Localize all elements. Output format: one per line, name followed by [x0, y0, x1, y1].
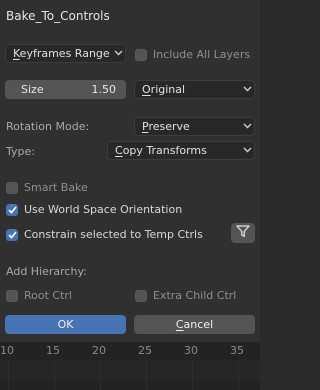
- ok-label: OK: [57, 318, 74, 331]
- checkmark-icon: [6, 203, 18, 216]
- chevron-down-icon: [240, 146, 254, 156]
- smart-bake-checkbox[interactable]: Smart Bake: [6, 181, 88, 194]
- dialog-title: Bake_To_Controls: [6, 9, 110, 23]
- smart-bake-label: Smart Bake: [24, 181, 88, 194]
- extra-child-ctrl-checkbox[interactable]: Extra Child Ctrl: [135, 289, 236, 302]
- cancel-button[interactable]: Cancel: [134, 315, 255, 334]
- frame-number: 25: [138, 344, 152, 357]
- frame-number: 30: [184, 344, 198, 357]
- type-value: Copy Transforms: [115, 144, 207, 157]
- frame-gridline: [100, 360, 101, 390]
- range-mode-value: Keyframes Range: [13, 47, 110, 60]
- bake-to-controls-dialog: Bake_To_Controls Keyframes Range Include…: [0, 0, 260, 342]
- type-dropdown[interactable]: Copy Transforms: [107, 141, 255, 160]
- size-field[interactable]: Size 1.50: [5, 80, 126, 99]
- checkbox-icon: [135, 48, 147, 61]
- constrain-selected-checkbox[interactable]: Constrain selected to Temp Ctrls: [6, 228, 203, 241]
- size-label: Size: [21, 83, 44, 96]
- frame-number: 20: [92, 344, 106, 357]
- use-world-space-checkbox[interactable]: Use World Space Orientation: [6, 203, 182, 216]
- chevron-down-icon: [240, 85, 254, 95]
- checkmark-icon: [6, 228, 18, 241]
- root-ctrl-label: Root Ctrl: [24, 289, 72, 302]
- checkbox-icon: [6, 289, 18, 302]
- size-mode-value: Original: [142, 83, 186, 96]
- timeline-ruler[interactable]: 10 15 20 25 30 35: [0, 342, 260, 390]
- rotation-mode-label: Rotation Mode:: [6, 120, 90, 133]
- size-mode-dropdown[interactable]: Original: [134, 80, 255, 99]
- timeline-track: [0, 360, 260, 380]
- type-label: Type:: [6, 145, 35, 158]
- frame-gridline: [8, 360, 9, 390]
- range-mode-dropdown[interactable]: Keyframes Range: [5, 44, 126, 63]
- add-hierarchy-label: Add Hierarchy:: [6, 265, 87, 278]
- chevron-down-icon: [240, 122, 254, 132]
- frame-gridline: [192, 360, 193, 390]
- include-all-layers-label: Include All Layers: [153, 48, 251, 61]
- include-all-layers-checkbox[interactable]: Include All Layers: [135, 48, 250, 61]
- chevron-down-icon: [111, 49, 125, 59]
- root-ctrl-checkbox[interactable]: Root Ctrl: [6, 289, 72, 302]
- checkbox-icon: [6, 181, 18, 194]
- frame-number: 10: [0, 344, 14, 357]
- rotation-mode-value: Preserve: [142, 120, 190, 133]
- ok-button[interactable]: OK: [5, 315, 126, 334]
- filter-button[interactable]: [231, 223, 255, 243]
- frame-gridline: [146, 360, 147, 390]
- checkbox-icon: [135, 289, 147, 302]
- frame-number: 15: [46, 344, 60, 357]
- constrain-selected-label: Constrain selected to Temp Ctrls: [24, 228, 203, 241]
- frame-gridline: [54, 360, 55, 390]
- extra-child-ctrl-label: Extra Child Ctrl: [153, 289, 237, 302]
- cancel-label: Cancel: [175, 318, 214, 331]
- use-world-space-label: Use World Space Orientation: [24, 203, 183, 216]
- size-value: 1.50: [91, 83, 117, 96]
- filter-icon: [236, 225, 250, 241]
- frame-number: 35: [230, 344, 244, 357]
- frame-gridline: [238, 360, 239, 390]
- rotation-mode-dropdown[interactable]: Preserve: [134, 117, 255, 136]
